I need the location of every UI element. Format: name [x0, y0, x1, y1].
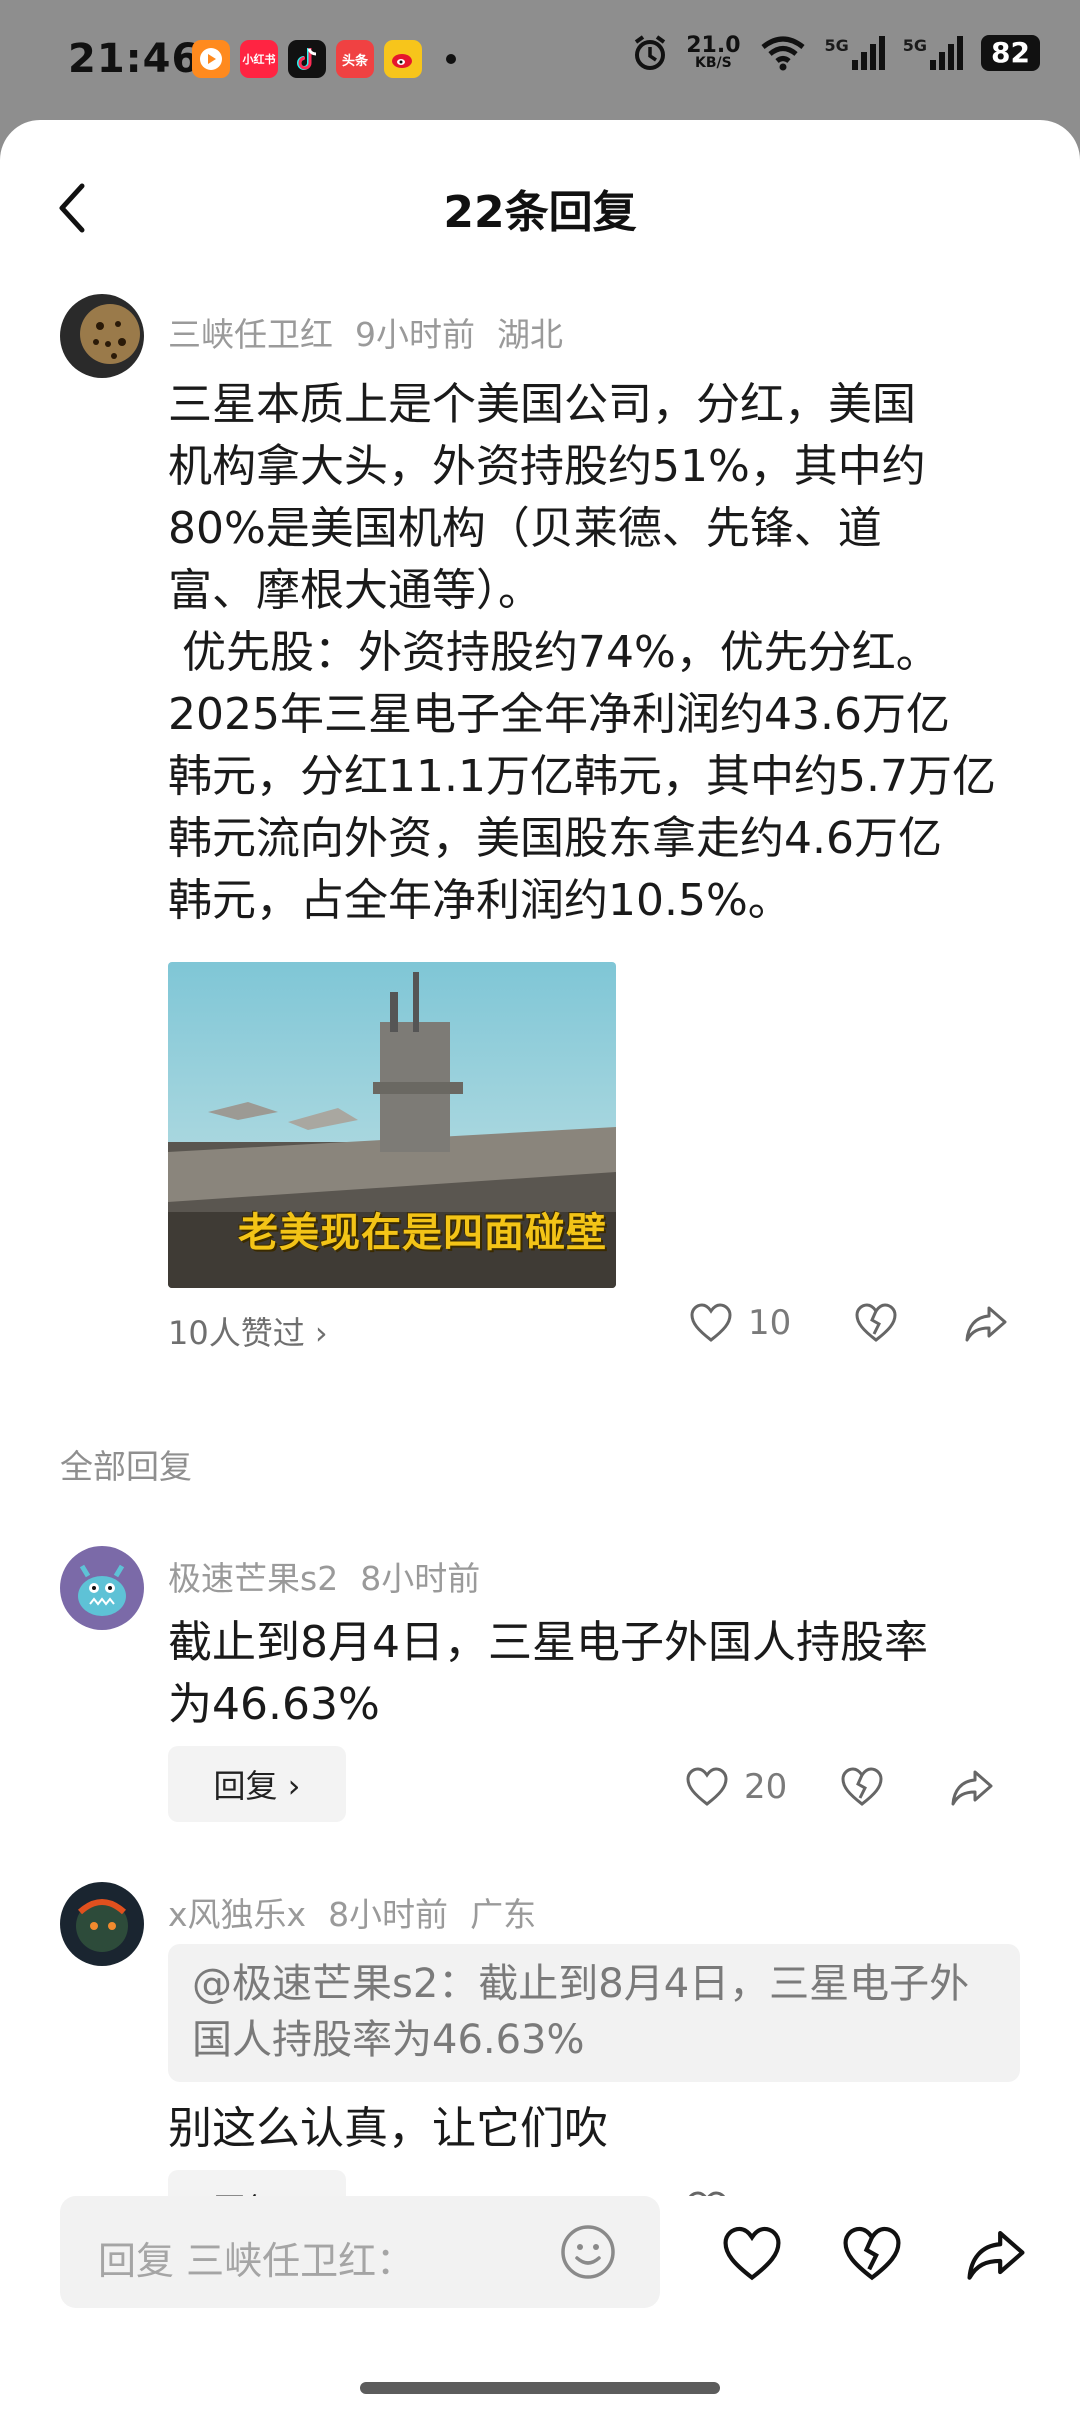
- reply-avatar[interactable]: [60, 1546, 144, 1630]
- reply-actions: 20: [684, 1766, 995, 1808]
- reply-input[interactable]: 回复 三峡任卫红：: [60, 2196, 660, 2308]
- signal-5g-1: 5G: [825, 36, 885, 70]
- all-replies-label: 全部回复: [60, 1447, 192, 1486]
- weibo-icon: [384, 40, 422, 78]
- likers-link[interactable]: 10人赞过 ›: [168, 1308, 328, 1354]
- broken-heart-icon: [841, 1767, 883, 1806]
- username[interactable]: x风独乐x: [168, 1895, 306, 1934]
- notification-dot: [446, 54, 456, 64]
- like-count: 20: [744, 1767, 788, 1807]
- emoji-button[interactable]: [558, 2222, 618, 2282]
- image-caption: 老美现在是四面碰壁: [238, 1209, 607, 1256]
- dislike-button[interactable]: [853, 1302, 899, 1344]
- location: 湖北: [497, 315, 563, 354]
- toutiao-icon: 头条: [336, 40, 374, 78]
- share-icon: [965, 1306, 1007, 1342]
- home-indicator[interactable]: [360, 2382, 720, 2394]
- reply-input-placeholder: 回复 三峡任卫红：: [98, 2239, 415, 2283]
- dislike-button[interactable]: [839, 1766, 885, 1808]
- username[interactable]: 三峡任卫红: [168, 315, 333, 354]
- status-app-icons: 小红书 头条: [192, 40, 456, 78]
- share-button[interactable]: [949, 1766, 995, 1808]
- signal-5g-2: 5G: [903, 36, 964, 70]
- share-button[interactable]: [963, 1302, 1009, 1344]
- comment-actions: 10: [688, 1302, 1009, 1344]
- reply-button[interactable]: 回复 ›: [168, 1746, 346, 1822]
- wifi-icon: [760, 36, 805, 71]
- broken-heart-icon: [843, 2226, 901, 2281]
- share-icon: [951, 1770, 993, 1806]
- status-right: 21.0 KB/S 5G 5G 82: [632, 34, 1040, 72]
- page-title: 22条回复: [443, 187, 637, 238]
- timestamp: 9小时前: [355, 315, 475, 354]
- username[interactable]: 极速芒果s2: [168, 1559, 338, 1598]
- emoji-icon: [561, 2225, 615, 2279]
- status-bar: 21:46 小红书 头条 21.0 KB/S 5G 5G 82: [0, 0, 1080, 120]
- broken-heart-icon: [855, 1303, 897, 1342]
- reply-meta: x风独乐x 8小时前 广东: [168, 1888, 558, 1936]
- tiktok-icon: [288, 40, 326, 78]
- heart-icon: [686, 1767, 728, 1806]
- quoted-text: @极速芒果s2：截止到8月4日，三星电子外国人持股率为46.63%: [192, 1961, 970, 2063]
- reply-meta: 极速芒果s2 8小时前: [168, 1552, 502, 1600]
- alarm-icon: [635, 35, 666, 70]
- comment-meta: 三峡任卫红 9小时前 湖北: [168, 308, 585, 356]
- timestamp: 8小时前: [360, 1559, 481, 1598]
- reply-text: 别这么认真，让它们吹: [168, 2103, 608, 2154]
- header: 22条回复: [0, 120, 1080, 290]
- share-icon: [967, 2231, 1025, 2280]
- heart-icon: [690, 1303, 732, 1342]
- reply-avatar[interactable]: [60, 1882, 144, 1966]
- avatar[interactable]: [60, 294, 144, 378]
- battery-indicator: 82: [981, 35, 1040, 71]
- comment-text: 三星本质上是个美国公司，分红，美国 机构拿大头，外资持股约51%，其中约 80%…: [168, 379, 996, 926]
- bottom-like-button[interactable]: [720, 2224, 784, 2288]
- bottom-share-button[interactable]: [964, 2224, 1028, 2288]
- xiaohongshu-icon: 小红书: [240, 40, 278, 78]
- post-image[interactable]: 老美现在是四面碰壁: [168, 962, 616, 1288]
- video-app-icon: [192, 40, 230, 78]
- heart-icon: [723, 2226, 781, 2281]
- status-time: 21:46: [68, 36, 201, 82]
- timestamp: 8小时前: [328, 1895, 449, 1934]
- bottom-dislike-button[interactable]: [840, 2224, 904, 2288]
- net-speed-unit: KB/S: [695, 55, 732, 71]
- reply-text: 截止到8月4日，三星电子外国人持股率 为46.63%: [168, 1617, 928, 1730]
- replies-sheet: 22条回复 三峡任卫红 9小时前 湖北 三星本质上是个美国公司，分红，美国 机构拿大…: [0, 120, 1080, 2414]
- like-button[interactable]: 20: [684, 1766, 787, 1808]
- network-speed: 21.0 KB/S: [686, 35, 740, 71]
- like-count: 10: [748, 1303, 792, 1343]
- like-button[interactable]: 10: [688, 1302, 791, 1344]
- quoted-reply[interactable]: @极速芒果s2：截止到8月4日，三星电子外国人持股率为46.63%: [168, 1944, 1020, 2082]
- location: 广东: [470, 1895, 537, 1934]
